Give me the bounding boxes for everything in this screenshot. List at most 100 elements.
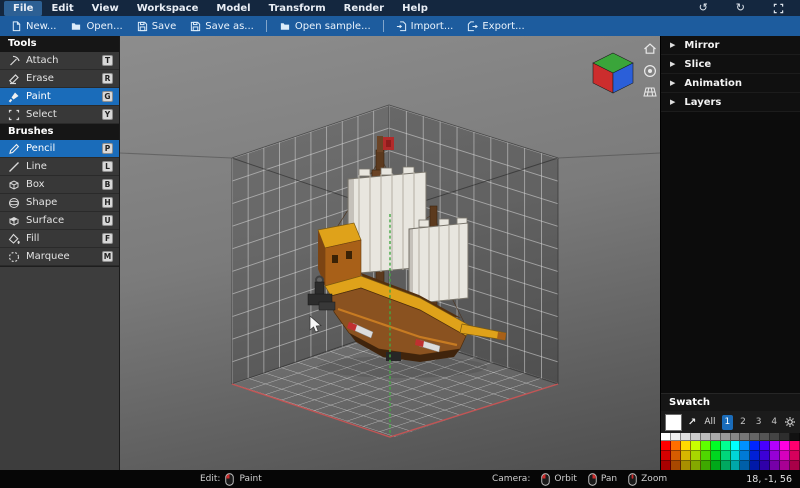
swatch-cell[interactable] bbox=[780, 433, 791, 441]
menu-file[interactable]: File bbox=[4, 0, 43, 16]
swatch-cell[interactable] bbox=[790, 433, 800, 441]
swatch-settings-button[interactable] bbox=[784, 416, 796, 428]
swatch-cell[interactable] bbox=[730, 451, 741, 461]
swatch-cell[interactable] bbox=[720, 441, 731, 451]
swatch-cell[interactable] bbox=[770, 441, 781, 451]
fullscreen-icon[interactable] bbox=[773, 0, 784, 18]
menu-view[interactable]: View bbox=[83, 1, 128, 16]
orbit-view-icon[interactable] bbox=[643, 64, 657, 78]
home-icon[interactable] bbox=[643, 42, 657, 55]
brush-marquee[interactable]: Marquee M bbox=[0, 248, 119, 266]
save-button[interactable]: Save bbox=[130, 19, 184, 34]
color-picker-icon[interactable]: ↗ bbox=[686, 417, 698, 428]
swatch-cell[interactable] bbox=[790, 441, 800, 451]
swatch-cell[interactable] bbox=[670, 433, 681, 441]
panel-layers[interactable]: ▶ Layers bbox=[661, 93, 800, 112]
tool-erase[interactable]: Erase R bbox=[0, 70, 119, 88]
swatch-cell[interactable] bbox=[700, 441, 711, 451]
swatch-cell[interactable] bbox=[740, 461, 751, 470]
swatch-cell[interactable] bbox=[690, 451, 701, 461]
swatch-tab-4[interactable]: 4 bbox=[768, 415, 780, 430]
swatch-cell[interactable] bbox=[770, 461, 781, 470]
swatch-cell[interactable] bbox=[720, 451, 731, 461]
swatch-tab-1[interactable]: 1 bbox=[721, 414, 734, 430]
import-button[interactable]: Import... bbox=[389, 19, 461, 34]
swatch-cell[interactable] bbox=[730, 433, 741, 441]
swatch-cell[interactable] bbox=[760, 433, 771, 441]
menu-help[interactable]: Help bbox=[393, 1, 437, 16]
swatch-cell[interactable] bbox=[670, 451, 681, 461]
swatch-cell[interactable] bbox=[680, 441, 691, 451]
brush-box[interactable]: Box B bbox=[0, 176, 119, 194]
panel-animation[interactable]: ▶ Animation bbox=[661, 74, 800, 93]
swatch-cell[interactable] bbox=[760, 451, 771, 461]
swatch-tab-3[interactable]: 3 bbox=[753, 415, 765, 430]
menu-transform[interactable]: Transform bbox=[260, 1, 335, 16]
panel-mirror[interactable]: ▶ Mirror bbox=[661, 36, 800, 55]
swatch-cell[interactable] bbox=[740, 433, 751, 441]
save-as-button[interactable]: Save as... bbox=[183, 19, 261, 34]
new-button[interactable]: New... bbox=[4, 19, 63, 34]
swatch-cell[interactable] bbox=[710, 433, 721, 441]
viewport-3d[interactable] bbox=[120, 36, 660, 470]
open-sample-button[interactable]: Open sample... bbox=[272, 19, 378, 34]
current-color-swatch[interactable] bbox=[665, 413, 682, 431]
brush-shape[interactable]: Shape H bbox=[0, 194, 119, 212]
swatch-cell[interactable] bbox=[700, 461, 711, 470]
menu-workspace[interactable]: Workspace bbox=[128, 1, 208, 16]
menu-edit[interactable]: Edit bbox=[42, 1, 82, 16]
swatch-cell[interactable] bbox=[790, 461, 800, 470]
swatch-cell[interactable] bbox=[680, 451, 691, 461]
brush-surface[interactable]: Surface U bbox=[0, 212, 119, 230]
swatch-cell[interactable] bbox=[690, 433, 701, 441]
panel-slice[interactable]: ▶ Slice bbox=[661, 55, 800, 74]
brush-line[interactable]: Line L bbox=[0, 158, 119, 176]
swatch-cell[interactable] bbox=[780, 441, 791, 451]
open-button[interactable]: Open... bbox=[63, 19, 129, 34]
tool-select[interactable]: Select Y bbox=[0, 106, 119, 124]
swatch-cell[interactable] bbox=[710, 461, 721, 470]
swatch-tab-all[interactable]: All bbox=[702, 416, 717, 428]
swatch-cell[interactable] bbox=[680, 461, 691, 470]
swatch-cell[interactable] bbox=[740, 451, 751, 461]
swatch-cell[interactable] bbox=[680, 433, 691, 441]
swatch-cell[interactable] bbox=[780, 451, 791, 461]
brush-pencil[interactable]: Pencil P bbox=[0, 140, 119, 158]
swatch-cell[interactable] bbox=[740, 441, 751, 451]
swatch-cell[interactable] bbox=[720, 461, 731, 470]
swatch-cell[interactable] bbox=[661, 461, 671, 470]
swatch-cell[interactable] bbox=[750, 441, 761, 451]
swatch-cell[interactable] bbox=[710, 441, 721, 451]
swatch-cell[interactable] bbox=[730, 461, 741, 470]
brush-fill[interactable]: Fill F bbox=[0, 230, 119, 248]
swatch-cell[interactable] bbox=[790, 451, 800, 461]
redo-icon[interactable]: ↻ bbox=[736, 2, 745, 14]
swatch-cell[interactable] bbox=[661, 441, 671, 451]
swatch-cell[interactable] bbox=[780, 461, 791, 470]
swatch-tab-2[interactable]: 2 bbox=[737, 415, 749, 430]
swatch-cell[interactable] bbox=[710, 451, 721, 461]
orientation-cube[interactable] bbox=[591, 51, 635, 95]
swatch-cell[interactable] bbox=[690, 441, 701, 451]
undo-icon[interactable]: ↺ bbox=[699, 2, 708, 14]
swatch-cell[interactable] bbox=[750, 461, 761, 470]
tool-paint[interactable]: Paint G bbox=[0, 88, 119, 106]
tool-attach[interactable]: Attach T bbox=[0, 52, 119, 70]
swatch-cell[interactable] bbox=[770, 451, 781, 461]
swatch-cell[interactable] bbox=[750, 451, 761, 461]
swatch-cell[interactable] bbox=[770, 433, 781, 441]
swatch-cell[interactable] bbox=[670, 441, 681, 451]
swatch-cell[interactable] bbox=[730, 441, 741, 451]
swatch-cell[interactable] bbox=[661, 451, 671, 461]
swatch-cell[interactable] bbox=[690, 461, 701, 470]
export-button[interactable]: Export... bbox=[460, 19, 531, 34]
swatch-cell[interactable] bbox=[670, 461, 681, 470]
swatch-cell[interactable] bbox=[760, 461, 771, 470]
swatch-cell[interactable] bbox=[720, 433, 731, 441]
swatch-cell[interactable] bbox=[760, 441, 771, 451]
swatch-cell[interactable] bbox=[661, 433, 671, 441]
menu-render[interactable]: Render bbox=[335, 1, 393, 16]
menu-model[interactable]: Model bbox=[207, 1, 259, 16]
perspective-grid-icon[interactable] bbox=[643, 87, 657, 97]
swatch-cell[interactable] bbox=[750, 433, 761, 441]
